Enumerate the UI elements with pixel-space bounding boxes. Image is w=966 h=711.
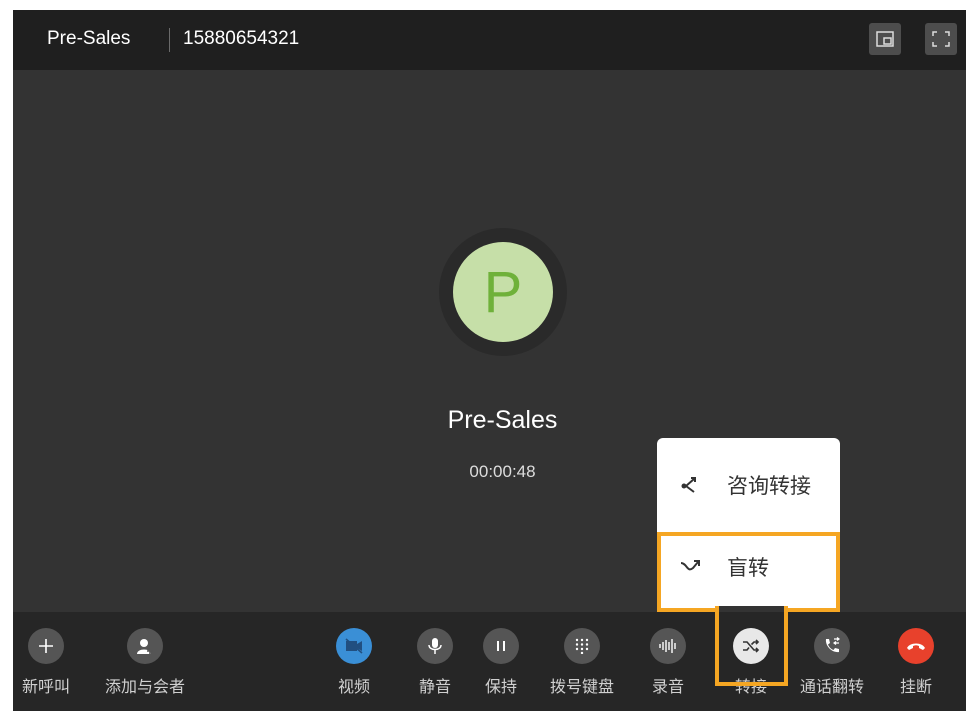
avatar: P [453, 242, 553, 342]
new-call-button[interactable]: 新呼叫 [13, 628, 91, 698]
pause-icon [497, 641, 505, 651]
transfer-button-highlight [715, 606, 788, 686]
plus-icon [39, 639, 53, 653]
dialpad-icon [575, 638, 589, 654]
video-off-icon [345, 638, 363, 654]
call-flip-button[interactable]: 通话翻转 [787, 628, 877, 698]
toolbar-label: 拨号键盘 [549, 679, 614, 696]
fullscreen-icon [932, 31, 950, 47]
toolbar-label: 视频 [337, 679, 370, 696]
add-participant-icon [137, 639, 153, 654]
fullscreen-button[interactable] [925, 23, 957, 55]
call-display-name: Pre-Sales [447, 406, 558, 434]
toolbar-label: 静音 [418, 679, 451, 696]
call-window: Pre-Sales 15880654321 P Pre-Sales 00:00:… [13, 10, 966, 711]
header-caller-name: Pre-Sales [47, 28, 131, 49]
video-button[interactable]: 视频 [309, 628, 399, 698]
add-participant-button[interactable]: 添加与会者 [100, 628, 190, 698]
call-header: Pre-Sales 15880654321 [13, 10, 966, 70]
record-button[interactable]: 录音 [623, 628, 713, 698]
toolbar-label: 新呼叫 [21, 679, 70, 696]
picture-in-picture-button[interactable] [869, 23, 901, 55]
call-toolbar: 新呼叫 添加与会者 视频 静音 保持 拨号键盘 录音 转接 通话翻转 挂断 [13, 612, 966, 711]
hangup-button[interactable]: 挂断 [871, 628, 961, 698]
toolbar-label: 挂断 [899, 679, 932, 696]
menu-item-attended-transfer[interactable]: 咨询转接 [657, 450, 840, 520]
microphone-icon [428, 638, 442, 654]
call-flip-icon [825, 637, 840, 653]
hold-button[interactable]: 保持 [456, 628, 546, 698]
toolbar-label: 保持 [484, 679, 517, 696]
waveform-icon [659, 639, 676, 653]
header-caller-number: 15880654321 [183, 28, 300, 49]
attended-transfer-icon [681, 477, 696, 493]
header-divider [169, 28, 170, 52]
blind-transfer-highlight [657, 532, 840, 612]
avatar-ring: P [439, 228, 567, 356]
toolbar-label: 添加与会者 [104, 679, 185, 696]
hangup-icon [907, 643, 925, 650]
picture-in-picture-icon [876, 31, 894, 47]
toolbar-label: 录音 [651, 679, 684, 696]
menu-item-label: 咨询转接 [727, 475, 811, 498]
dialpad-button[interactable]: 拨号键盘 [537, 628, 627, 698]
toolbar-label: 通话翻转 [799, 679, 864, 696]
